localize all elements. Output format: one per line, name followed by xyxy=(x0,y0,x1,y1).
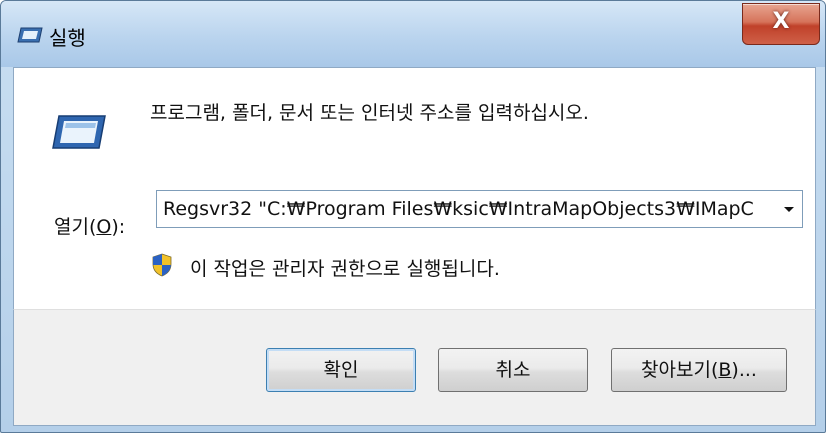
uac-shield-icon xyxy=(152,253,172,277)
cancel-button[interactable]: 취소 xyxy=(438,348,588,392)
open-input[interactable]: Regsvr32 "C:₩Program Files₩ksic₩IntraMap… xyxy=(163,198,763,220)
open-label: 열기(O): xyxy=(54,216,126,238)
run-icon xyxy=(52,115,106,149)
title-bar[interactable]: 실행 X xyxy=(1,1,825,67)
run-icon xyxy=(17,27,43,43)
open-combobox[interactable]: Regsvr32 "C:₩Program Files₩ksic₩IntraMap… xyxy=(156,190,803,228)
window-title: 실행 xyxy=(49,26,86,50)
close-icon: X xyxy=(772,9,790,34)
ok-button[interactable]: 확인 xyxy=(266,348,416,392)
dialog-content: 프로그램, 폴더, 문서 또는 인터넷 주소를 입력하십시오. 열기(O): R… xyxy=(13,67,816,310)
chevron-down-icon[interactable] xyxy=(780,200,798,218)
run-dialog: 실행 X 프로그램, 폴더, 문서 또는 인터넷 주소를 입력하십시오. 열기(… xyxy=(0,0,826,433)
browse-button[interactable]: 찾아보기(B)... xyxy=(611,348,787,392)
admin-note: 이 작업은 관리자 권한으로 실행됩니다. xyxy=(190,258,500,280)
instruction-text: 프로그램, 폴더, 문서 또는 인터넷 주소를 입력하십시오. xyxy=(150,102,589,124)
button-bar: 확인 취소 찾아보기(B)... xyxy=(13,309,816,426)
close-button[interactable]: X xyxy=(742,3,820,45)
